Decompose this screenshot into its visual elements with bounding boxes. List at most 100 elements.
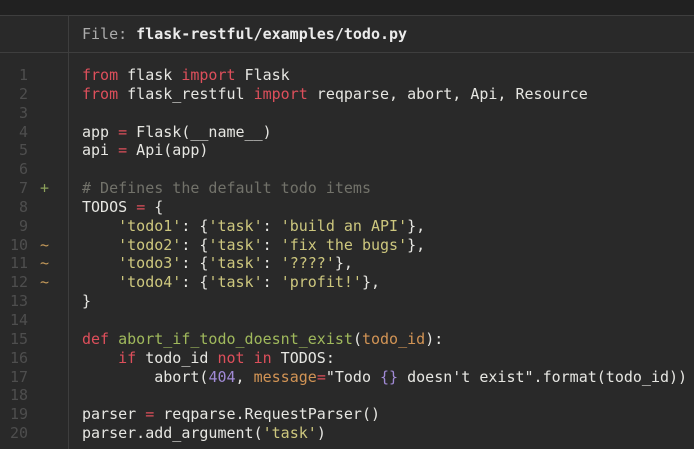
git-marker-empty [28,160,54,179]
token-string: 'todo3' [118,254,181,272]
line-number: 9 [0,217,28,236]
code-line: 5 api = Api(app) [0,141,694,160]
token-comment: # Defines the default todo items [82,179,371,197]
code-line: 11~ 'todo3': {'task': '????'}, [0,254,694,273]
git-marker-empty [28,368,54,387]
token-plain: : [263,254,281,272]
code-text: abort(404, message="Todo {} doesn't exis… [54,368,687,387]
code-line: 3 [0,104,694,123]
token-func: abort_if_todo_doesnt_exist [118,330,353,348]
line-number: 10 [0,236,28,255]
code-line: 13} [0,292,694,311]
token-plain: : { [181,273,208,291]
token-string: 'task' [208,217,262,235]
code-text: 'todo2': {'task': 'fix the bugs'}, [54,236,425,255]
token-plain [245,349,254,367]
git-marker-added: + [28,179,54,198]
code-text: # Defines the default todo items [54,179,371,198]
token-string: 'fix the bugs' [281,236,407,254]
git-marker-empty [28,85,54,104]
line-number: 20 [0,424,28,443]
git-marker-modified: ~ [28,254,54,273]
code-text: from flask_restful import reqparse, abor… [54,85,588,104]
git-marker-empty [28,123,54,142]
token-plain: : { [181,217,208,235]
token-plain: doesn't exist".format(todo_id)) [398,368,687,386]
terminal-top-strip [0,0,694,15]
line-number: 3 [0,104,28,123]
token-plain: parser.add_argument( [82,424,263,442]
line-number: 15 [0,330,28,349]
token-string: 'task' [208,273,262,291]
token-plain: Api(app) [127,141,208,159]
token-keyword: = [317,368,326,386]
token-plain: ( [353,330,362,348]
token-plain: { [145,198,163,216]
token-plain: "Todo [326,368,380,386]
token-plain: : { [181,236,208,254]
code-text: api = Api(app) [54,141,208,160]
code-line: 17 abort(404, message="Todo {} doesn't e… [0,368,694,387]
code-text: parser = reqparse.RequestParser() [54,405,380,424]
token-plain: parser [82,405,145,423]
token-plain: : [263,217,281,235]
line-number: 14 [0,311,28,330]
token-plain: }, [335,254,353,272]
terminal-screen: File: flask-restful/examples/todo.py 1fr… [0,0,694,449]
line-number: 5 [0,141,28,160]
git-marker-empty [28,424,54,443]
token-string: 'task' [263,424,317,442]
line-number: 4 [0,123,28,142]
token-keyword: if [118,349,136,367]
token-keyword: import [181,66,235,84]
line-number: 1 [0,66,28,85]
token-plain: Flask(__name__) [127,123,272,141]
token-plain: , [236,368,254,386]
file-viewer-panel: File: flask-restful/examples/todo.py 1fr… [0,15,694,449]
token-string: '????' [281,254,335,272]
code-text: 'todo3': {'task': '????'}, [54,254,353,273]
token-keyword: not [217,349,244,367]
token-keyword: import [254,85,308,103]
line-number: 8 [0,198,28,217]
line-number: 11 [0,254,28,273]
code-text: } [54,292,91,311]
token-keyword: from [82,66,118,84]
token-plain: ) [317,424,326,442]
line-number: 19 [0,405,28,424]
token-string: 'build an API' [281,217,407,235]
code-text: if todo_id not in TODOS: [54,349,335,368]
gutter-separator [68,16,69,449]
git-marker-empty [28,330,54,349]
code-line: 7+# Defines the default todo items [0,179,694,198]
token-plain: : [263,236,281,254]
token-param: message [254,368,317,386]
token-plain [82,236,118,254]
token-keyword: = [118,123,127,141]
code-line: 19 parser = reqparse.RequestParser() [0,405,694,424]
token-plain: }, [407,217,425,235]
code-text: from flask import Flask [54,66,290,85]
code-area: 1 from flask import Flask 2 from flask_rest… [0,53,694,443]
code-line: 16 if todo_id not in TODOS: [0,349,694,368]
code-line: 18 [0,386,694,405]
token-plain: api [82,141,118,159]
token-plain: abort( [82,368,208,386]
code-line: 6 [0,160,694,179]
file-header-label: File: [82,25,127,43]
token-string: 'profit!' [281,273,362,291]
token-plain: }, [362,273,380,291]
line-number: 13 [0,292,28,311]
code-text: app = Flask(__name__) [54,123,272,142]
token-string: 'task' [208,254,262,272]
git-marker-empty [28,66,54,85]
code-line: 20 parser.add_argument('task') [0,424,694,443]
token-keyword: from [82,85,118,103]
token-plain: TODOS [82,198,136,216]
token-plain: flask [118,66,181,84]
token-string: 'todo1' [118,217,181,235]
token-plain: : [263,273,281,291]
line-number: 2 [0,85,28,104]
git-marker-empty [28,311,54,330]
token-plain: todo_id [136,349,217,367]
